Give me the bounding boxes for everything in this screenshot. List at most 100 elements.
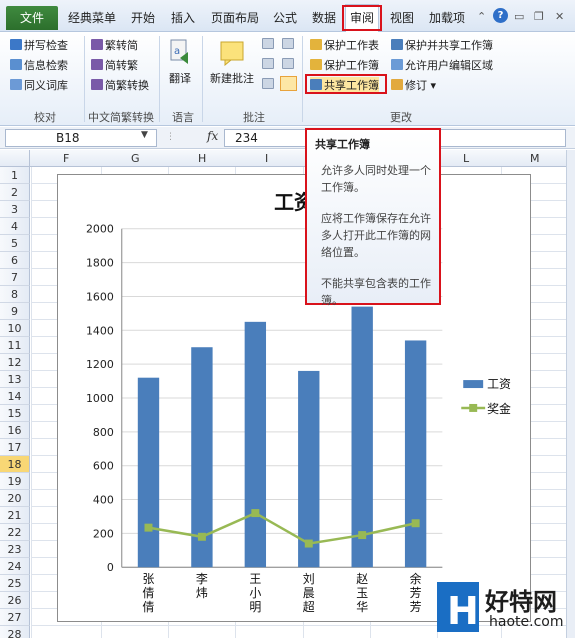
comment-prev-button[interactable] — [262, 38, 276, 51]
allow-edit-icon — [391, 59, 403, 70]
row-header-8[interactable]: 8 — [0, 286, 30, 303]
row-header-9[interactable]: 9 — [0, 303, 30, 320]
share-workbook-tooltip: 共享工作簿 允许多人同时处理一个工作簿。 应将工作簿保存在允许多人打开此工作簿的… — [305, 128, 441, 307]
y-tick-label: 1800 — [86, 257, 114, 270]
comment-show-icon — [262, 78, 274, 89]
row-header-5[interactable]: 5 — [0, 235, 30, 252]
tab-home[interactable]: 开始 — [131, 9, 155, 26]
translate-button[interactable]: 翻译 — [169, 70, 191, 86]
line-point-刘晨超 — [304, 539, 313, 548]
tab-formulas[interactable]: 公式 — [273, 9, 297, 26]
group-label-chinese: 中文简繁转换 — [88, 111, 154, 124]
row-header-23[interactable]: 23 — [0, 541, 30, 558]
help-icon[interactable]: ? — [493, 8, 508, 23]
row-header-26[interactable]: 26 — [0, 592, 30, 609]
row-header-22[interactable]: 22 — [0, 524, 30, 541]
new-comment-button[interactable]: 新建批注 — [210, 70, 254, 86]
insert-function-button[interactable]: fx — [207, 129, 218, 143]
group-label-proofing: 校对 — [34, 111, 56, 124]
x-tick-label: 余芳芳 — [410, 571, 422, 614]
row-header-7[interactable]: 7 — [0, 269, 30, 286]
row-header-15[interactable]: 15 — [0, 405, 30, 422]
group-label-changes: 更改 — [390, 111, 412, 124]
convert-button[interactable]: 简繁转换 — [91, 77, 149, 93]
ribbon-panel: 拼写检查 信息检索 同义词库 校对 繁转简 简转繁 简繁转换 中文简繁转换 a … — [0, 32, 575, 126]
column-header-m[interactable]: M — [530, 152, 540, 165]
name-box[interactable]: B18 — [5, 129, 157, 147]
tooltip-paragraph-3: 不能共享包含表的工作簿。 — [321, 277, 431, 307]
to-simplified-button[interactable]: 繁转简 — [91, 37, 138, 53]
protect-share-button[interactable]: 保护并共享工作簿 — [391, 37, 493, 53]
column-header-g[interactable]: G — [131, 152, 140, 165]
column-header-h[interactable]: H — [198, 152, 206, 165]
row-header-21[interactable]: 21 — [0, 507, 30, 524]
comment-showall-button[interactable] — [282, 58, 296, 71]
name-box-dropdown-icon[interactable]: ▼ — [141, 130, 148, 140]
row-header-2[interactable]: 2 — [0, 184, 30, 201]
lock-icon — [310, 39, 322, 50]
convert-icon — [91, 79, 103, 90]
to-traditional-button[interactable]: 简转繁 — [91, 57, 138, 73]
row-header-3[interactable]: 3 — [0, 201, 30, 218]
research-button[interactable]: 信息检索 — [10, 57, 68, 73]
protect-workbook-button[interactable]: 保护工作簿 — [310, 57, 379, 73]
comment-delete-button[interactable] — [282, 38, 296, 51]
row-header-25[interactable]: 25 — [0, 575, 30, 592]
row-header-11[interactable]: 11 — [0, 337, 30, 354]
chart-legend: 工资奖金 — [461, 377, 511, 416]
tab-data[interactable]: 数据 — [312, 9, 336, 26]
protect-sheet-button[interactable]: 保护工作表 — [310, 37, 379, 53]
svg-text:H: H — [447, 589, 479, 633]
salary-chart[interactable]: 工资 0 200 400 600 800 1000 1200 1400 1600 1800 2000… — [57, 174, 531, 622]
row-header-14[interactable]: 14 — [0, 388, 30, 405]
row-header-4[interactable]: 4 — [0, 218, 30, 235]
tab-addins[interactable]: 加载项 — [429, 9, 465, 26]
row-header-18[interactable]: 18 — [0, 456, 30, 473]
comment-next-button[interactable] — [262, 58, 276, 71]
bar-余芳芳 — [404, 340, 427, 568]
row-header-24[interactable]: 24 — [0, 558, 30, 575]
row-header-12[interactable]: 12 — [0, 354, 30, 371]
bar-张倩倩 — [137, 377, 160, 568]
tab-page-layout[interactable]: 页面布局 — [211, 9, 259, 26]
line-point-张倩倩 — [144, 523, 153, 532]
comment-ink-button[interactable] — [280, 76, 297, 91]
translate-icon: a — [168, 38, 192, 66]
row-header-16[interactable]: 16 — [0, 422, 30, 439]
track-changes-button[interactable]: 修订 ▾ — [391, 77, 436, 93]
tab-classic-menu[interactable]: 经典菜单 — [68, 9, 116, 26]
watermark: H 好特网 haote.com — [435, 580, 575, 638]
select-all-corner[interactable] — [0, 150, 30, 166]
y-tick-label: 1400 — [86, 324, 114, 337]
comment-prev-icon — [262, 38, 274, 49]
tab-insert[interactable]: 插入 — [171, 9, 195, 26]
row-header-19[interactable]: 19 — [0, 473, 30, 490]
allow-edit-ranges-button[interactable]: 允许用户编辑区域 — [391, 57, 493, 73]
column-header-i[interactable]: I — [265, 152, 268, 165]
tab-view[interactable]: 视图 — [390, 9, 414, 26]
row-header-20[interactable]: 20 — [0, 490, 30, 507]
row-header-10[interactable]: 10 — [0, 320, 30, 337]
column-header-f[interactable]: F — [63, 152, 69, 165]
file-tab[interactable]: 文件 — [6, 6, 58, 30]
row-header-6[interactable]: 6 — [0, 252, 30, 269]
row-header-27[interactable]: 27 — [0, 609, 30, 626]
restore-icon[interactable]: ❐ — [534, 10, 544, 23]
chart-line — [144, 509, 420, 548]
collapse-ribbon-icon[interactable]: ⌃ — [477, 10, 486, 23]
minimize-icon[interactable]: ▭ — [514, 10, 524, 23]
vertical-scrollbar[interactable] — [566, 150, 575, 638]
tooltip-paragraph-1: 允许多人同时处理一个工作簿。 — [321, 164, 431, 194]
row-header-1[interactable]: 1 — [0, 167, 30, 184]
row-header-28[interactable]: 28 — [0, 626, 30, 638]
lock-workbook-icon — [310, 59, 322, 70]
thesaurus-button[interactable]: 同义词库 — [10, 77, 68, 93]
row-header-13[interactable]: 13 — [0, 371, 30, 388]
spell-check-button[interactable]: 拼写检查 — [10, 37, 68, 53]
comment-show-button[interactable] — [262, 78, 276, 91]
column-header-l[interactable]: L — [463, 152, 469, 165]
row-header-17[interactable]: 17 — [0, 439, 30, 456]
comment-next-icon — [262, 58, 274, 69]
close-icon[interactable]: ✕ — [555, 10, 564, 23]
ribbon-tab-bar: 文件 经典菜单 开始 插入 页面布局 公式 数据 审阅 视图 加载项 ⌃ ? ▭… — [0, 0, 575, 32]
